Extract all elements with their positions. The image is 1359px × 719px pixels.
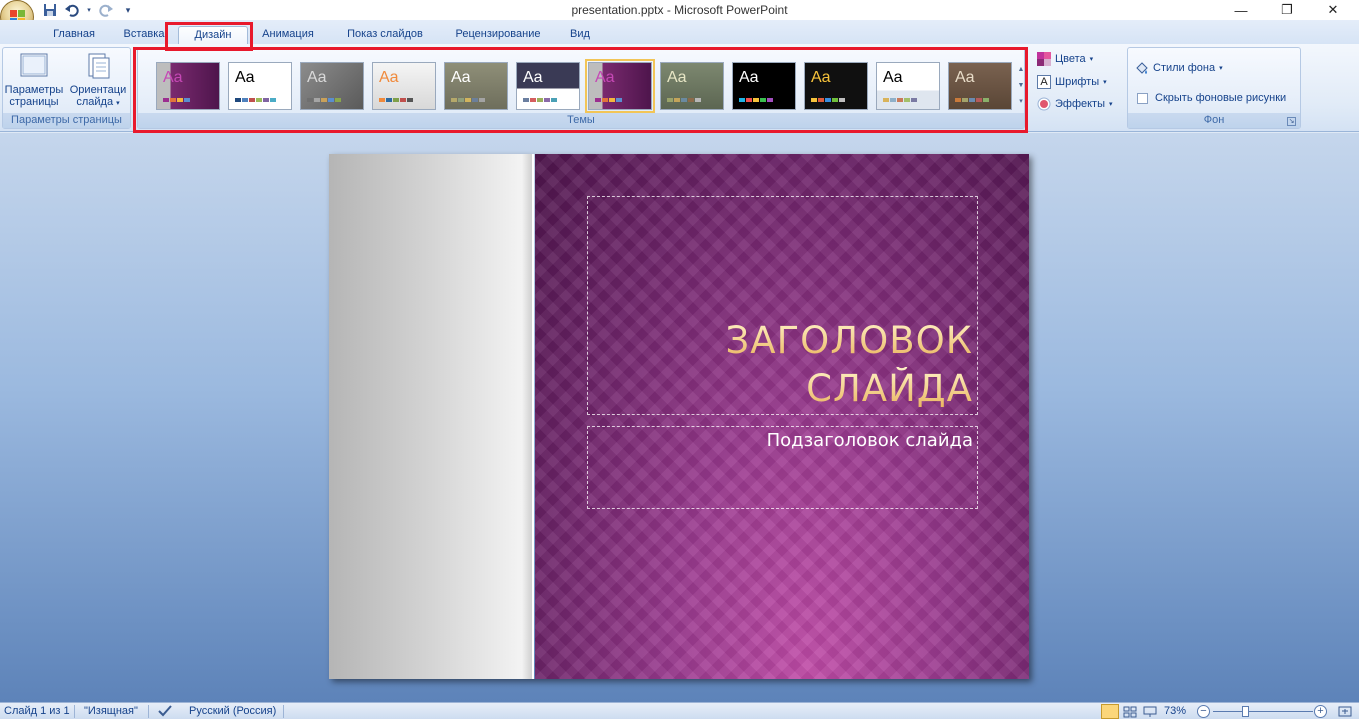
slide-counter: Слайд 1 из 1 — [4, 705, 70, 717]
theme-name: "Изящная" — [84, 705, 138, 717]
effects-icon — [1037, 97, 1051, 111]
status-separator — [283, 705, 284, 718]
normal-view-icon[interactable] — [1101, 704, 1119, 719]
zoom-slider-thumb[interactable] — [1242, 706, 1249, 717]
group-label-page-setup: Параметры страницы — [3, 113, 130, 128]
paint-bucket-icon — [1135, 61, 1149, 75]
orientation-icon — [83, 52, 113, 80]
page-setup-button[interactable]: Параметры страницы — [3, 50, 65, 108]
chevron-down-icon: ▾ — [1109, 101, 1113, 108]
group-page-setup: Параметры страницы Ориентаци слайда ▾ Па… — [2, 47, 131, 129]
close-button[interactable]: ✕ — [1310, 0, 1356, 20]
chevron-down-icon: ▾ — [1089, 56, 1094, 63]
colors-button[interactable]: Цвета ▾ — [1037, 49, 1093, 69]
window-title: presentation.pptx - Microsoft PowerPoint — [571, 3, 788, 17]
spellcheck-icon[interactable] — [158, 705, 172, 719]
tab-slideshow[interactable]: Показ слайдов — [338, 26, 432, 46]
slide-title-line1: ЗАГОЛОВОК — [725, 319, 973, 362]
hide-background-graphics[interactable]: Скрыть фоновые рисунки — [1137, 88, 1286, 108]
background-styles-label: Стили фона — [1153, 62, 1216, 74]
zoom-level[interactable]: 73% — [1164, 705, 1186, 717]
group-label-background: Фон — [1128, 113, 1300, 128]
status-separator — [148, 705, 149, 718]
maximize-button[interactable]: ❐ — [1264, 0, 1310, 20]
orientation-button[interactable]: Ориентаци слайда ▾ — [67, 50, 129, 110]
colors-label: Цвета — [1055, 53, 1086, 65]
tab-animation[interactable]: Анимация — [254, 26, 322, 46]
effects-label: Эффекты — [1055, 98, 1106, 110]
chevron-down-icon: ▾ — [1103, 79, 1107, 86]
orientation-label-line1: Ориентаци — [69, 84, 127, 96]
language[interactable]: Русский (Россия) — [189, 705, 276, 717]
slide-title-line2: СЛАЙДА — [806, 367, 973, 410]
tab-insert[interactable]: Вставка — [118, 26, 170, 46]
hide-background-label: Скрыть фоновые рисунки — [1155, 92, 1287, 104]
page-setup-label-line1: Параметры — [4, 84, 64, 96]
slide-left-panel — [329, 154, 534, 679]
fonts-icon: A — [1037, 75, 1051, 89]
zoom-slider[interactable] — [1213, 711, 1313, 712]
slide-subtitle: Подзаголовок слайда — [766, 430, 973, 451]
slide[interactable]: ЗАГОЛОВОК СЛАЙДА Подзаголовок слайда — [329, 154, 1029, 679]
title-placeholder[interactable]: ЗАГОЛОВОК СЛАЙДА — [587, 196, 978, 415]
tab-home[interactable]: Главная — [46, 26, 102, 46]
fit-to-window-icon[interactable] — [1336, 704, 1354, 719]
minimize-button[interactable]: — — [1218, 0, 1264, 20]
fonts-label: Шрифты — [1055, 76, 1100, 88]
orientation-label-line2: слайда ▾ — [76, 96, 120, 108]
background-styles-button[interactable]: Стили фона ▾ — [1135, 58, 1223, 78]
title-bar: ▾ ▾ presentation.pptx - Microsoft PowerP… — [0, 0, 1359, 34]
hide-background-checkbox[interactable] — [1137, 92, 1148, 104]
effects-button[interactable]: Эффекты ▾ — [1037, 94, 1113, 114]
slide-show-view-icon[interactable] — [1141, 704, 1159, 719]
chevron-down-icon: ▾ — [1219, 65, 1223, 72]
zoom-out-icon[interactable]: − — [1197, 705, 1210, 718]
status-separator — [74, 705, 75, 718]
subtitle-placeholder[interactable]: Подзаголовок слайда — [587, 426, 978, 509]
tab-view[interactable]: Вид — [564, 26, 596, 46]
status-bar: Слайд 1 из 1 "Изящная" Русский (Россия) … — [0, 702, 1359, 719]
fonts-button[interactable]: A Шрифты ▾ — [1037, 72, 1107, 92]
zoom-in-icon[interactable]: + — [1314, 705, 1327, 718]
dialog-launcher-icon[interactable]: ↘ — [1287, 117, 1296, 126]
page-setup-label-line2: страницы — [9, 96, 59, 108]
group-background: Стили фона ▾ Скрыть фоновые рисунки Фон … — [1127, 47, 1301, 129]
tab-review[interactable]: Рецензирование — [446, 26, 550, 46]
slide-sorter-view-icon[interactable] — [1121, 704, 1139, 719]
page-setup-icon — [19, 52, 49, 80]
highlight-themes-group — [133, 47, 1028, 133]
colors-icon — [1037, 52, 1051, 66]
